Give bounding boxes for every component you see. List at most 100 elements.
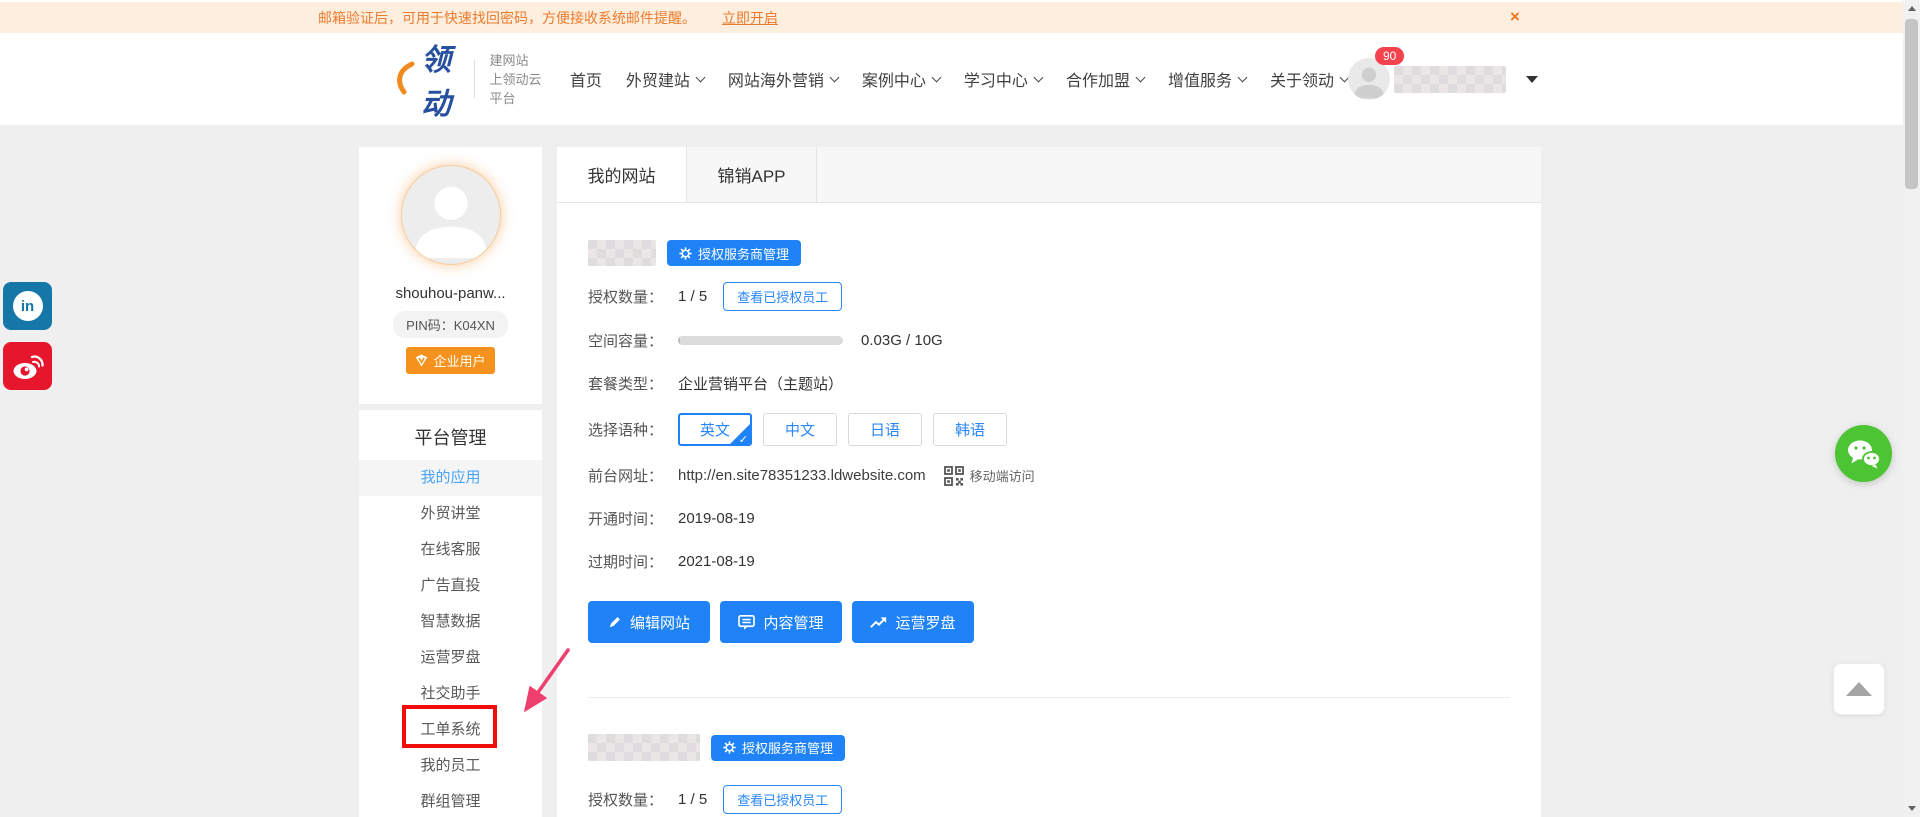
site2-auth-provider-button[interactable]: 授权服务商管理: [711, 734, 846, 761]
tab-jinxiao-app[interactable]: 锦销APP: [687, 147, 817, 202]
linkedin-icon: in: [12, 291, 43, 321]
sidebar-item-my-apps[interactable]: 我的应用: [359, 460, 542, 496]
username-redacted: [1394, 65, 1506, 93]
wechat-icon: [1847, 440, 1881, 468]
email-verify-banner: 邮箱验证后，可用于快速找回密码，方便接收系统邮件提醒。 立即开启 ×: [0, 2, 1903, 33]
site1-header: 授权服务商管理: [588, 240, 1510, 266]
banner-message: 邮箱验证后，可用于快速找回密码，方便接收系统邮件提醒。: [318, 9, 696, 26]
sidebar-item-group-management[interactable]: 群组管理: [359, 784, 542, 817]
site1-plan-row: 套餐类型： 企业营销平台（主题站）: [588, 370, 1510, 397]
gear-icon: [723, 741, 736, 754]
pin-code: PIN码：K04XN: [393, 311, 508, 338]
site1-capacity-row: 空间容量： 0.03G / 10G: [588, 327, 1510, 354]
shield-v-icon: [416, 354, 428, 367]
site1-expire-date-row: 过期时间： 2021-08-19: [588, 548, 1510, 575]
back-to-top-button[interactable]: [1833, 663, 1885, 715]
enterprise-user-badge[interactable]: 企业用户: [406, 347, 495, 374]
weibo-icon: [13, 355, 44, 379]
chevron-down-icon: [1033, 72, 1044, 82]
user-account-menu[interactable]: 90: [1348, 47, 1538, 100]
nav-item-foreign-trade-site[interactable]: 外贸建站: [626, 67, 706, 91]
logo[interactable]: 领动: [393, 35, 457, 123]
site2-name-redacted: [588, 734, 700, 761]
capacity-label: 空间容量：: [588, 333, 664, 350]
linkedin-button[interactable]: in: [3, 282, 52, 330]
language-label: 选择语种：: [588, 422, 664, 439]
weibo-button[interactable]: [3, 342, 52, 390]
logo-divider: [473, 60, 475, 98]
chevron-down-icon: [1237, 72, 1248, 82]
sidebar-item-smart-data[interactable]: 智慧数据: [359, 604, 542, 640]
profile-avatar[interactable]: [400, 165, 501, 265]
edit-website-button[interactable]: 编辑网站: [588, 601, 710, 643]
scrollbar-down-arrow[interactable]: [1903, 800, 1920, 817]
chevron-down-icon: [1135, 72, 1146, 82]
profile-username: shouhou-panw...: [395, 285, 506, 302]
tab-bar: 我的网站 锦销APP: [557, 147, 1541, 203]
site2-auth-count-row: 授权数量： 1 / 5 查看已授权员工: [588, 785, 1510, 814]
nav-item-case-center[interactable]: 案例中心: [862, 67, 942, 91]
auth-count-label: 授权数量：: [588, 792, 664, 809]
wechat-contact-button[interactable]: [1835, 425, 1892, 482]
check-icon: ✓: [738, 434, 748, 446]
operation-compass-button[interactable]: 运营罗盘: [852, 601, 974, 643]
banner-open-now-link[interactable]: 立即开启: [722, 8, 778, 28]
social-sidebar: in: [3, 282, 52, 402]
auth-count-label: 授权数量：: [588, 289, 664, 306]
expire-date-label: 过期时间：: [588, 554, 664, 571]
sidebar-item-operation-compass[interactable]: 运营罗盘: [359, 640, 542, 676]
language-button-japanese[interactable]: 日语: [848, 413, 922, 446]
mobile-access[interactable]: 移动端访问: [943, 465, 1035, 486]
pencil-icon: [609, 617, 620, 628]
banner-close-icon[interactable]: ×: [1510, 6, 1520, 28]
gear-icon: [679, 246, 692, 260]
site2-header: 授权服务商管理: [588, 734, 1510, 761]
nav-item-learning-center[interactable]: 学习中心: [964, 67, 1044, 91]
site1-name-redacted: [588, 240, 656, 266]
triangle-up-icon: [1846, 682, 1872, 696]
sidebar-item-foreign-trade-lecture[interactable]: 外贸讲堂: [359, 496, 542, 532]
site1-action-buttons: 编辑网站 内容管理 运营罗盘: [588, 601, 1510, 643]
capacity-progress-bar: [678, 336, 843, 345]
sidebar-item-online-service[interactable]: 在线客服: [359, 532, 542, 568]
qr-code-icon: [943, 465, 964, 486]
nav-item-home[interactable]: 首页: [570, 67, 602, 91]
language-button-english[interactable]: 英文 ✓: [678, 413, 752, 446]
sidebar-item-social-assistant[interactable]: 社交助手: [359, 676, 542, 712]
nav-item-value-added-services[interactable]: 增值服务: [1168, 67, 1248, 91]
plan-value: 企业营销平台（主题站）: [678, 376, 844, 393]
logo-tagline: 建网站 上领动云平台: [489, 52, 542, 106]
site2-view-authorized-staff-button[interactable]: 查看已授权员工: [723, 785, 843, 814]
nav-item-overseas-marketing[interactable]: 网站海外营销: [728, 67, 840, 91]
vertical-scrollbar[interactable]: [1903, 0, 1920, 817]
language-button-korean[interactable]: 韩语: [933, 413, 1007, 446]
chevron-down-icon: [931, 72, 942, 82]
capacity-value: 0.03G / 10G: [861, 332, 943, 349]
scrollbar-thumb[interactable]: [1905, 19, 1918, 189]
site1-frontend-url[interactable]: http://en.site78351233.ldwebsite.com: [678, 467, 926, 484]
open-date-label: 开通时间：: [588, 511, 664, 528]
site1-auth-count-row: 授权数量： 1 / 5 查看已授权员工: [588, 282, 1510, 311]
main-nav: 首页 外贸建站 网站海外营销 案例中心 学习中心 合作加盟 增值服务 关于领动: [570, 67, 1350, 91]
site1-open-date-row: 开通时间： 2019-08-19: [588, 505, 1510, 532]
main-content-card: 我的网站 锦销APP 授权服务商管理 授权数量： 1 / 5 查看已授权员工 空…: [557, 147, 1541, 817]
notification-badge[interactable]: 90: [1375, 47, 1405, 65]
site1-auth-provider-button[interactable]: 授权服务商管理: [667, 240, 802, 266]
sidebar-item-ticket-system[interactable]: 工单系统: [359, 712, 542, 748]
language-button-chinese[interactable]: 中文: [763, 413, 837, 446]
sidebar-item-my-staff[interactable]: 我的员工: [359, 748, 542, 784]
sidebar-item-ad-direct[interactable]: 广告直投: [359, 568, 542, 604]
nav-item-cooperation[interactable]: 合作加盟: [1066, 67, 1146, 91]
my-websites-panel: 授权服务商管理 授权数量： 1 / 5 查看已授权员工 空间容量： 0.03G …: [557, 203, 1541, 814]
auth-count-value: 1 / 5: [678, 288, 708, 305]
content-management-button[interactable]: 内容管理: [720, 601, 842, 643]
expire-date-value: 2021-08-19: [678, 553, 755, 570]
chevron-down-icon: [695, 72, 706, 82]
scrollbar-up-arrow[interactable]: [1903, 0, 1920, 17]
nav-item-about[interactable]: 关于领动: [1270, 67, 1350, 91]
tab-my-websites[interactable]: 我的网站: [557, 147, 687, 202]
url-label: 前台网址：: [588, 468, 664, 485]
site-header: 领动 建网站 上领动云平台 首页 外贸建站 网站海外营销 案例中心 学习中心 合…: [0, 33, 1903, 125]
chevron-down-icon: [829, 72, 840, 82]
site1-view-authorized-staff-button[interactable]: 查看已授权员工: [723, 282, 843, 311]
